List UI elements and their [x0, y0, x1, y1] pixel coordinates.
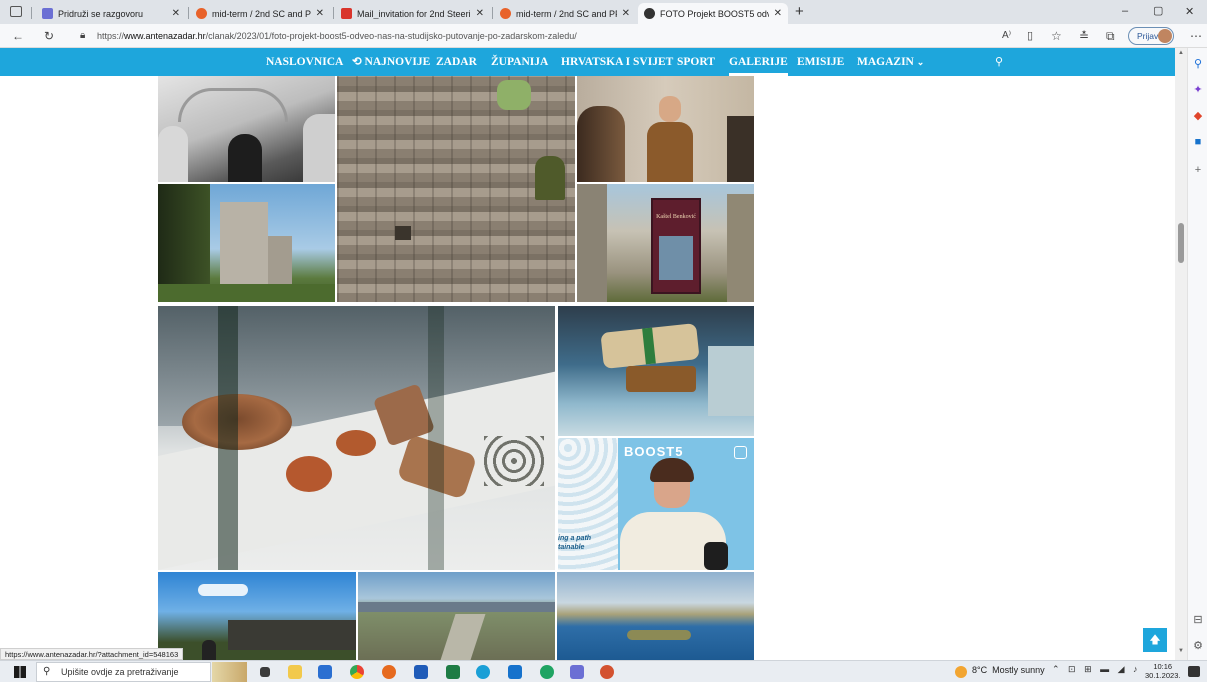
teams-icon[interactable]	[570, 665, 584, 679]
app-icon[interactable]	[540, 665, 554, 679]
gallery-photo-stone-wall[interactable]	[337, 76, 575, 302]
tab-midterm-1[interactable]: mid-term / 2nd SC and PPs mee ✕	[190, 3, 330, 24]
office-icon[interactable]: ◆	[1192, 110, 1204, 122]
page-scrollbar[interactable]: ▲ ▼	[1175, 48, 1187, 660]
taskbar-search-box[interactable]: ⚲ Upišite ovdje za pretraživanje	[36, 662, 211, 682]
lock-icon[interactable]: 🔒︎	[80, 28, 85, 44]
edge-sidebar: ⚲ ✦ ◆ ■ + ⊟ ⚙	[1187, 48, 1207, 660]
firefox-icon[interactable]	[382, 665, 396, 679]
word-icon[interactable]	[414, 665, 428, 679]
scrollbar-thumb[interactable]	[1178, 223, 1184, 263]
store-icon[interactable]	[318, 665, 332, 679]
profile-button[interactable]: Prijava	[1128, 27, 1174, 45]
history-icon: ⟲	[352, 56, 365, 68]
search-icon: ⚲	[43, 666, 51, 677]
weather-icon[interactable]	[955, 666, 967, 678]
url-field[interactable]: https://www.antenazadar.hr/clanak/2023/0…	[97, 27, 1177, 45]
nav-hrvatska-i-svijet[interactable]: HRVATSKA I SVIJET	[561, 48, 673, 76]
gallery-photo-lake[interactable]	[557, 572, 754, 660]
gallery-photo-fortress-landscape[interactable]	[158, 572, 356, 660]
scroll-up-arrow[interactable]: ▲	[1178, 50, 1184, 56]
gallery-photo-oil-lamps[interactable]	[158, 306, 555, 570]
windows-taskbar: ⚲ Upišite ovdje za pretraživanje 8°C Mos…	[0, 660, 1207, 682]
read-aloud-icon[interactable]: A⁾	[1002, 28, 1011, 44]
nav-zupanija[interactable]: ŽUPANIJA	[491, 48, 548, 76]
castle-sign: Kaštel Benković	[651, 198, 701, 294]
taskbar-search-decoration	[212, 662, 247, 682]
close-tab-icon[interactable]: ✕	[476, 8, 484, 19]
gallery-photo-man-brown-jacket[interactable]	[577, 76, 754, 182]
tab-favicon	[196, 8, 207, 19]
windows-start-icon[interactable]	[14, 666, 26, 678]
nav-magazin[interactable]: MAGAZIN ⌄	[857, 48, 924, 76]
weather-widget[interactable]: 8°C Mostly sunny	[972, 665, 1045, 675]
expand-icon[interactable]	[734, 446, 747, 459]
close-tab-icon[interactable]: ✕	[622, 8, 630, 19]
more-options-icon[interactable]: ⋯	[1190, 28, 1202, 44]
close-tab-icon[interactable]: ✕	[774, 8, 782, 19]
gallery-photo-museum-bw[interactable]	[158, 76, 335, 182]
task-view-icon[interactable]	[260, 667, 270, 677]
outlook-icon[interactable]: ■	[1192, 136, 1204, 148]
tab-favicon	[644, 8, 655, 19]
site-navigation: NASLOVNICA ⟲ NAJNOVIJE ZADAR ŽUPANIJA HR…	[0, 48, 1175, 76]
outlook-icon[interactable]	[508, 665, 522, 679]
nav-zadar[interactable]: ZADAR	[436, 48, 477, 76]
copilot-icon[interactable]: ✦	[1192, 84, 1204, 96]
close-window-button[interactable]: ✕	[1185, 5, 1194, 18]
search-icon[interactable]: ⚲	[1192, 58, 1204, 70]
nav-sport[interactable]: SPORT	[677, 48, 715, 76]
tab-mail-invitation[interactable]: Mail_invitation for 2nd Steering ✕	[335, 3, 490, 24]
teams-icon	[42, 8, 53, 19]
hide-sidebar-icon[interactable]: ⊟	[1192, 614, 1204, 626]
clock[interactable]: 10:16 30.1.2023.	[1145, 662, 1180, 680]
back-icon[interactable]: ←	[12, 28, 24, 44]
powerpoint-icon[interactable]	[600, 665, 614, 679]
tab-teams[interactable]: Pridruži se razgovoru ✕	[36, 3, 186, 24]
gallery-photo-rocky-field[interactable]	[358, 572, 555, 660]
settings-icon[interactable]: ⚙	[1192, 640, 1204, 652]
collections-icon[interactable]: ⧉	[1106, 28, 1115, 44]
gallery-photo-castle-sign[interactable]: Kaštel Benković	[577, 184, 754, 302]
chevron-down-icon: ⌄	[916, 57, 925, 67]
maximize-button[interactable]: ▢	[1153, 4, 1163, 17]
nav-galerije[interactable]: GALERIJE	[729, 48, 788, 76]
excel-icon[interactable]	[446, 665, 460, 679]
tab-favicon	[500, 8, 511, 19]
favorites-list-icon[interactable]: ≛	[1079, 28, 1089, 44]
gallery-photo-stone-tower[interactable]	[158, 184, 335, 302]
gallery-photo-museum-artefacts[interactable]	[558, 306, 754, 436]
status-url: https://www.antenazadar.hr/?attachment_i…	[0, 648, 184, 660]
tab-midterm-2[interactable]: mid-term / 2nd SC and PPs mee ✕	[494, 3, 636, 24]
edge-icon[interactable]	[476, 665, 490, 679]
address-bar-row: ← ↻ 🔒︎ https://www.antenazadar.hr/clanak…	[0, 24, 1207, 48]
search-icon[interactable]: ⚲	[995, 48, 1003, 76]
system-tray-icons[interactable]: ⌃ ⊡ ⊞ ▬ ◢ ♪	[1052, 664, 1141, 675]
pdf-icon	[341, 8, 352, 19]
notification-icon[interactable]	[1188, 666, 1200, 677]
tab-actions-icon[interactable]	[10, 6, 22, 17]
back-to-top-button[interactable]: 🡅	[1143, 628, 1167, 652]
add-icon[interactable]: +	[1192, 164, 1204, 176]
refresh-icon[interactable]: ↻	[44, 28, 54, 44]
nav-najnovije[interactable]: ⟲ NAJNOVIJE	[352, 48, 430, 76]
close-tab-icon[interactable]: ✕	[316, 8, 324, 19]
nav-emisije[interactable]: EMISIJE	[797, 48, 844, 76]
avatar	[1158, 29, 1172, 43]
browser-tab-strip: Pridruži se razgovoru ✕ mid-term / 2nd S…	[0, 0, 1207, 24]
immersive-reader-icon[interactable]: ▯	[1027, 28, 1033, 44]
tab-foto-projekt[interactable]: FOTO Projekt BOOST5 odveo na ✕	[638, 3, 788, 24]
gallery-photo-boost5-interview[interactable]: BOOST5 ing a path tainable	[558, 438, 754, 570]
favorite-icon[interactable]: ☆	[1051, 28, 1062, 44]
nav-naslovnica[interactable]: NASLOVNICA	[266, 48, 343, 76]
chrome-icon[interactable]	[350, 665, 364, 679]
minimize-button[interactable]: –	[1122, 5, 1128, 17]
scroll-down-arrow[interactable]: ▼	[1178, 648, 1184, 654]
new-tab-button[interactable]: +	[795, 3, 804, 20]
file-explorer-icon[interactable]	[288, 665, 302, 679]
close-tab-icon[interactable]: ✕	[172, 8, 180, 19]
